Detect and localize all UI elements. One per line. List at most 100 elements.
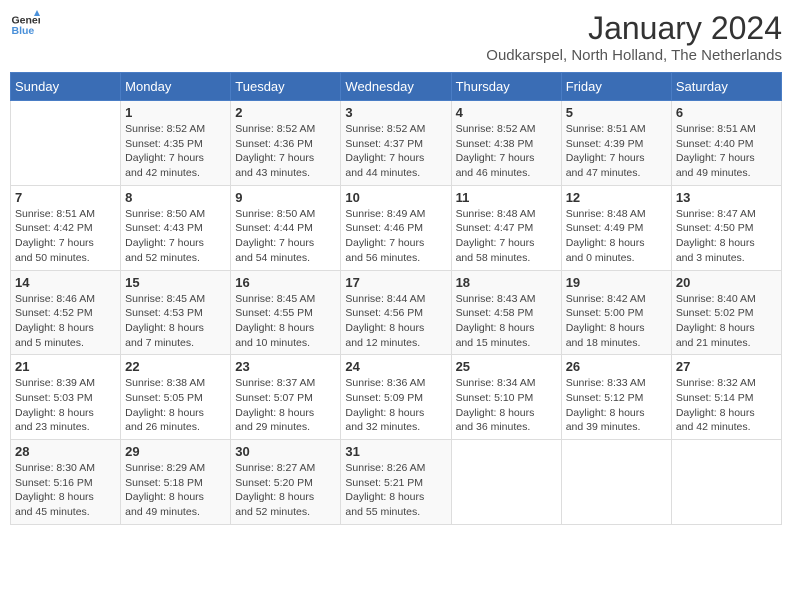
- calendar-cell: 30 Sunrise: 8:27 AMSunset: 5:20 PMDayligh…: [231, 440, 341, 525]
- day-info: Sunrise: 8:32 AMSunset: 5:14 PMDaylight:…: [676, 376, 777, 435]
- calendar-cell: 11 Sunrise: 8:48 AMSunset: 4:47 PMDayligh…: [451, 185, 561, 270]
- day-number: 29: [125, 444, 226, 459]
- calendar-cell: 28 Sunrise: 8:30 AMSunset: 5:16 PMDayligh…: [11, 440, 121, 525]
- day-info: Sunrise: 8:50 AMSunset: 4:43 PMDaylight:…: [125, 207, 226, 266]
- day-info: Sunrise: 8:42 AMSunset: 5:00 PMDaylight:…: [566, 292, 667, 351]
- calendar-cell: 2 Sunrise: 8:52 AMSunset: 4:36 PMDaylight…: [231, 101, 341, 186]
- day-info: Sunrise: 8:48 AMSunset: 4:47 PMDaylight:…: [456, 207, 557, 266]
- calendar-cell: 19 Sunrise: 8:42 AMSunset: 5:00 PMDayligh…: [561, 270, 671, 355]
- day-number: 24: [345, 359, 446, 374]
- day-number: 13: [676, 190, 777, 205]
- calendar-cell: 31Sunrise: 8:26 AMSunset: 5:21 PMDayligh…: [341, 440, 451, 525]
- day-info: Sunrise: 8:52 AMSunset: 4:38 PMDaylight:…: [456, 122, 557, 181]
- day-info: Sunrise: 8:51 AMSunset: 4:42 PMDaylight:…: [15, 207, 116, 266]
- day-info: Sunrise: 8:30 AMSunset: 5:16 PMDaylight:…: [15, 461, 116, 520]
- day-number: 17: [345, 275, 446, 290]
- day-info: Sunrise: 8:33 AMSunset: 5:12 PMDaylight:…: [566, 376, 667, 435]
- calendar-cell: 21 Sunrise: 8:39 AMSunset: 5:03 PMDayligh…: [11, 355, 121, 440]
- day-info: Sunrise: 8:51 AMSunset: 4:40 PMDaylight:…: [676, 122, 777, 181]
- calendar-cell: 5 Sunrise: 8:51 AMSunset: 4:39 PMDaylight…: [561, 101, 671, 186]
- calendar-cell: [561, 440, 671, 525]
- header-monday: Monday: [121, 73, 231, 101]
- calendar-cell: 13Sunrise: 8:47 AMSunset: 4:50 PMDayligh…: [671, 185, 781, 270]
- header-friday: Friday: [561, 73, 671, 101]
- day-info: Sunrise: 8:36 AMSunset: 5:09 PMDaylight:…: [345, 376, 446, 435]
- calendar-cell: 26 Sunrise: 8:33 AMSunset: 5:12 PMDayligh…: [561, 355, 671, 440]
- calendar-week-3: 14 Sunrise: 8:46 AMSunset: 4:52 PMDayligh…: [11, 270, 782, 355]
- day-number: 11: [456, 190, 557, 205]
- logo-icon: General Blue: [10, 10, 40, 40]
- calendar-cell: 15Sunrise: 8:45 AMSunset: 4:53 PMDayligh…: [121, 270, 231, 355]
- month-title: January 2024: [486, 10, 782, 47]
- day-number: 16: [235, 275, 336, 290]
- day-info: Sunrise: 8:26 AMSunset: 5:21 PMDaylight:…: [345, 461, 446, 520]
- calendar-cell: 1 Sunrise: 8:52 AMSunset: 4:35 PMDaylight…: [121, 101, 231, 186]
- day-info: Sunrise: 8:44 AMSunset: 4:56 PMDaylight:…: [345, 292, 446, 351]
- day-number: 9: [235, 190, 336, 205]
- calendar-cell: 20Sunrise: 8:40 AMSunset: 5:02 PMDayligh…: [671, 270, 781, 355]
- day-info: Sunrise: 8:48 AMSunset: 4:49 PMDaylight:…: [566, 207, 667, 266]
- day-number: 22: [125, 359, 226, 374]
- day-number: 26: [566, 359, 667, 374]
- day-number: 5: [566, 105, 667, 120]
- calendar-cell: 17 Sunrise: 8:44 AMSunset: 4:56 PMDayligh…: [341, 270, 451, 355]
- day-info: Sunrise: 8:45 AMSunset: 4:55 PMDaylight:…: [235, 292, 336, 351]
- day-number: 12: [566, 190, 667, 205]
- logo: General Blue: [10, 10, 40, 40]
- day-number: 14: [15, 275, 116, 290]
- day-number: 23: [235, 359, 336, 374]
- day-number: 18: [456, 275, 557, 290]
- header-sunday: Sunday: [11, 73, 121, 101]
- calendar-cell: 18Sunrise: 8:43 AMSunset: 4:58 PMDayligh…: [451, 270, 561, 355]
- location-subtitle: Oudkarspel, North Holland, The Netherlan…: [486, 47, 782, 64]
- day-number: 27: [676, 359, 777, 374]
- calendar-cell: 27 Sunrise: 8:32 AMSunset: 5:14 PMDayligh…: [671, 355, 781, 440]
- day-number: 21: [15, 359, 116, 374]
- header-tuesday: Tuesday: [231, 73, 341, 101]
- calendar-cell: 9 Sunrise: 8:50 AMSunset: 4:44 PMDaylight…: [231, 185, 341, 270]
- calendar-cell: 16 Sunrise: 8:45 AMSunset: 4:55 PMDayligh…: [231, 270, 341, 355]
- day-number: 2: [235, 105, 336, 120]
- calendar-cell: 14 Sunrise: 8:46 AMSunset: 4:52 PMDayligh…: [11, 270, 121, 355]
- calendar-cell: 25 Sunrise: 8:34 AMSunset: 5:10 PMDayligh…: [451, 355, 561, 440]
- day-info: Sunrise: 8:46 AMSunset: 4:52 PMDaylight:…: [15, 292, 116, 351]
- calendar-table: SundayMondayTuesdayWednesdayThursdayFrid…: [10, 72, 782, 525]
- calendar-week-2: 7 Sunrise: 8:51 AMSunset: 4:42 PMDaylight…: [11, 185, 782, 270]
- calendar-cell: 23Sunrise: 8:37 AMSunset: 5:07 PMDayligh…: [231, 355, 341, 440]
- header-saturday: Saturday: [671, 73, 781, 101]
- day-number: 8: [125, 190, 226, 205]
- title-section: January 2024 Oudkarspel, North Holland, …: [486, 10, 782, 64]
- day-info: Sunrise: 8:52 AMSunset: 4:35 PMDaylight:…: [125, 122, 226, 181]
- day-number: 3: [345, 105, 446, 120]
- day-info: Sunrise: 8:50 AMSunset: 4:44 PMDaylight:…: [235, 207, 336, 266]
- day-number: 7: [15, 190, 116, 205]
- day-number: 4: [456, 105, 557, 120]
- day-number: 25: [456, 359, 557, 374]
- calendar-cell: 10Sunrise: 8:49 AMSunset: 4:46 PMDayligh…: [341, 185, 451, 270]
- day-info: Sunrise: 8:52 AMSunset: 4:36 PMDaylight:…: [235, 122, 336, 181]
- header-wednesday: Wednesday: [341, 73, 451, 101]
- day-number: 19: [566, 275, 667, 290]
- page-header: General Blue January 2024 Oudkarspel, No…: [10, 10, 782, 64]
- day-number: 30: [235, 444, 336, 459]
- day-info: Sunrise: 8:29 AMSunset: 5:18 PMDaylight:…: [125, 461, 226, 520]
- day-info: Sunrise: 8:51 AMSunset: 4:39 PMDaylight:…: [566, 122, 667, 181]
- day-number: 28: [15, 444, 116, 459]
- day-info: Sunrise: 8:34 AMSunset: 5:10 PMDaylight:…: [456, 376, 557, 435]
- calendar-cell: 24 Sunrise: 8:36 AMSunset: 5:09 PMDayligh…: [341, 355, 451, 440]
- day-info: Sunrise: 8:27 AMSunset: 5:20 PMDaylight:…: [235, 461, 336, 520]
- calendar-week-4: 21 Sunrise: 8:39 AMSunset: 5:03 PMDayligh…: [11, 355, 782, 440]
- calendar-cell: 12 Sunrise: 8:48 AMSunset: 4:49 PMDayligh…: [561, 185, 671, 270]
- day-info: Sunrise: 8:45 AMSunset: 4:53 PMDaylight:…: [125, 292, 226, 351]
- svg-text:Blue: Blue: [12, 25, 35, 37]
- day-number: 6: [676, 105, 777, 120]
- calendar-cell: 3Sunrise: 8:52 AMSunset: 4:37 PMDaylight…: [341, 101, 451, 186]
- calendar-cell: 6 Sunrise: 8:51 AMSunset: 4:40 PMDaylight…: [671, 101, 781, 186]
- calendar-cell: 22Sunrise: 8:38 AMSunset: 5:05 PMDayligh…: [121, 355, 231, 440]
- day-number: 1: [125, 105, 226, 120]
- calendar-cell: 29 Sunrise: 8:29 AMSunset: 5:18 PMDayligh…: [121, 440, 231, 525]
- day-info: Sunrise: 8:39 AMSunset: 5:03 PMDaylight:…: [15, 376, 116, 435]
- day-info: Sunrise: 8:40 AMSunset: 5:02 PMDaylight:…: [676, 292, 777, 351]
- calendar-week-1: 1 Sunrise: 8:52 AMSunset: 4:35 PMDaylight…: [11, 101, 782, 186]
- calendar-cell: [11, 101, 121, 186]
